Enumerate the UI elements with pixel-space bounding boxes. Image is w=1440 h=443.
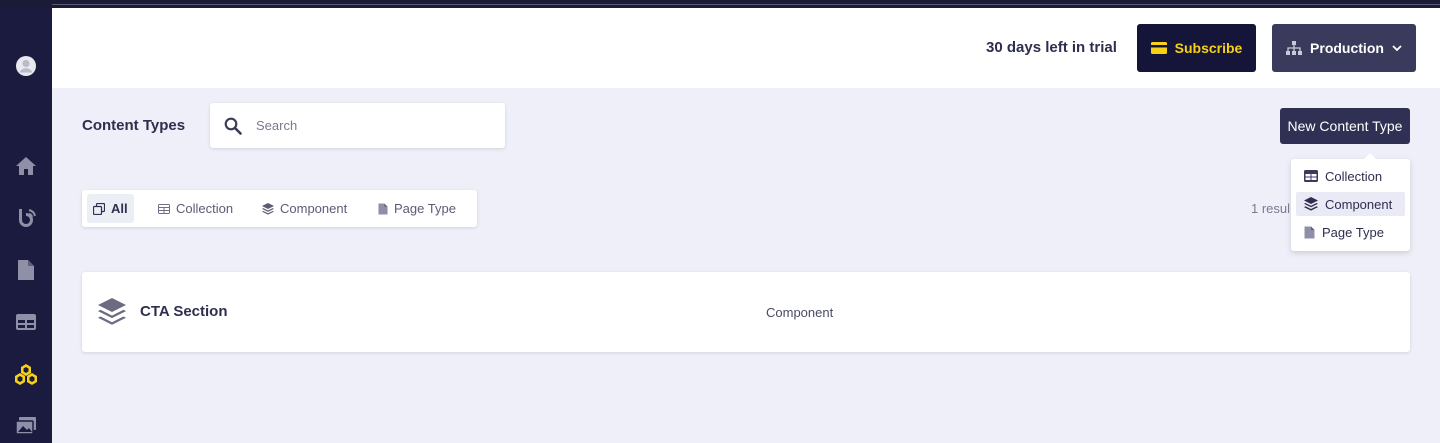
table-icon xyxy=(158,203,170,214)
menu-item-label: Component xyxy=(1325,196,1393,212)
content-type-kind: Component xyxy=(766,305,834,320)
trial-status: 30 days left in trial xyxy=(986,39,1117,56)
blog-icon[interactable] xyxy=(14,206,38,230)
new-content-type-menu: Collection Component Page Type xyxy=(1291,153,1410,251)
document-icon xyxy=(1304,226,1315,238)
menu-item-page-type[interactable]: Page Type xyxy=(1296,220,1405,244)
new-content-type-button[interactable]: New Content Type xyxy=(1280,108,1410,144)
credit-card-icon xyxy=(1150,42,1167,54)
table-icon xyxy=(1304,170,1318,182)
home-icon[interactable] xyxy=(14,154,38,178)
avatar-icon[interactable] xyxy=(14,54,38,78)
search-box xyxy=(210,103,505,148)
menu-item-collection[interactable]: Collection xyxy=(1296,164,1405,188)
chevron-down-icon xyxy=(1392,44,1402,51)
results-count: 1 resul xyxy=(1251,201,1291,216)
filter-tab-label: Component xyxy=(280,201,348,216)
menu-item-label: Collection xyxy=(1325,168,1383,184)
filter-tab-label: Page Type xyxy=(394,201,456,216)
search-input[interactable] xyxy=(256,118,476,133)
content-types-icon[interactable] xyxy=(14,362,38,386)
filter-tab-component[interactable]: Component xyxy=(256,194,353,223)
layers-icon xyxy=(98,298,126,325)
top-header: 30 days left in trial Subscribe Producti… xyxy=(52,8,1440,88)
subscribe-button[interactable]: Subscribe xyxy=(1137,24,1256,72)
sitemap-icon xyxy=(1286,41,1303,55)
menu-item-label: Page Type xyxy=(1322,224,1384,240)
search-icon xyxy=(224,117,242,135)
environment-label: Production xyxy=(1310,40,1384,56)
document-icon xyxy=(378,203,388,214)
layers-icon xyxy=(262,202,274,215)
window-top-strip xyxy=(0,0,1440,8)
subscribe-label: Subscribe xyxy=(1174,40,1243,56)
page-title: Content Types xyxy=(82,117,186,134)
filter-tab-collection[interactable]: Collection xyxy=(152,194,239,223)
filter-tab-label: Collection xyxy=(176,201,234,216)
content-type-row[interactable]: CTA Section Component xyxy=(82,272,1410,352)
filter-tab-label: All xyxy=(111,201,128,216)
menu-item-component[interactable]: Component xyxy=(1296,192,1405,216)
filter-tab-page-type[interactable]: Page Type xyxy=(372,194,462,223)
sidebar xyxy=(0,8,52,443)
copy-icon xyxy=(93,202,105,215)
environment-selector[interactable]: Production xyxy=(1272,24,1416,72)
media-icon[interactable] xyxy=(14,414,38,438)
filter-tab-all[interactable]: All xyxy=(87,194,134,223)
layers-icon xyxy=(1304,197,1318,211)
table-icon[interactable] xyxy=(14,310,38,334)
content-type-name: CTA Section xyxy=(140,303,228,320)
document-icon[interactable] xyxy=(14,258,38,282)
type-filter-tabs: All Collection Component Page Type xyxy=(82,190,477,227)
